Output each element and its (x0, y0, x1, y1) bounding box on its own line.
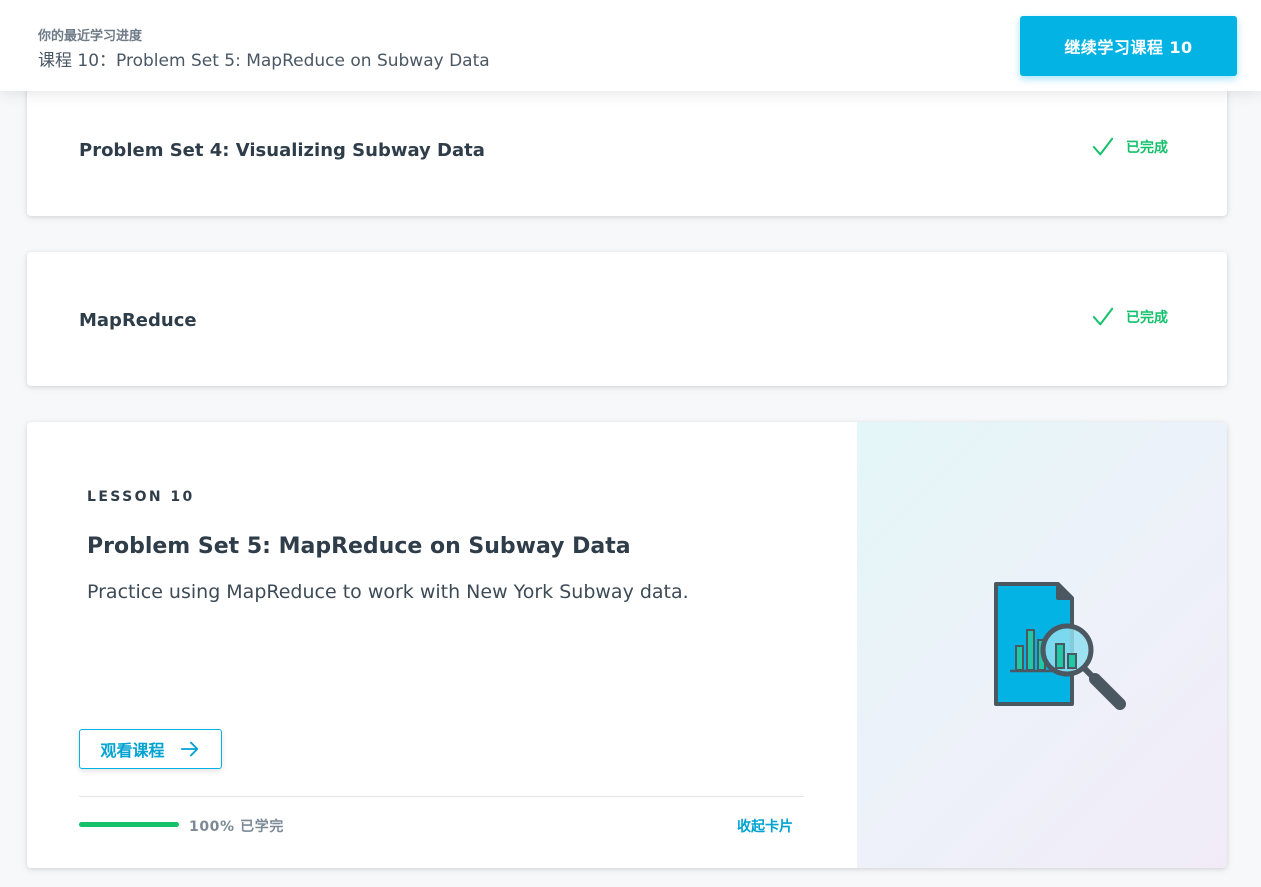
checkmark-icon (1092, 307, 1114, 326)
lesson-number: LESSON 10 (87, 489, 195, 505)
current-lesson-title: 课程 10：Problem Set 5: MapReduce on Subway… (38, 51, 490, 71)
completed-status: 已完成 (1092, 306, 1168, 328)
completed-status: 已完成 (1092, 136, 1168, 158)
progress-bar-fill (79, 822, 179, 827)
lesson-title: Problem Set 5: MapReduce on Subway Data (87, 534, 631, 559)
recent-progress-label: 你的最近学习进度 (38, 29, 143, 44)
lesson-title: Problem Set 4: Visualizing Subway Data (79, 140, 485, 161)
lesson-description: Practice using MapReduce to work with Ne… (87, 581, 689, 603)
lesson-title: MapReduce (79, 310, 197, 331)
progress-bar (79, 822, 179, 827)
recent-progress-header: 你的最近学习进度 课程 10：Problem Set 5: MapReduce … (0, 0, 1261, 91)
lesson-illustration-panel (857, 422, 1227, 868)
continue-lesson-button[interactable]: 继续学习课程 10 (1020, 16, 1237, 76)
lesson-card-expanded: LESSON 10 Problem Set 5: MapReduce on Su… (27, 422, 1227, 868)
lesson-card-mapreduce[interactable]: MapReduce 已完成 (27, 252, 1227, 386)
document-chart-magnifier-icon (994, 582, 1126, 710)
completed-status-label: 已完成 (1126, 310, 1168, 326)
view-lesson-button[interactable]: 观看课程 (79, 729, 222, 769)
divider (79, 796, 804, 797)
collapse-card-link[interactable]: 收起卡片 (737, 816, 793, 836)
view-lesson-label: 观看课程 (100, 741, 165, 760)
checkmark-icon (1092, 137, 1114, 156)
progress-text: 100% 已学完 (189, 819, 284, 835)
completed-status-label: 已完成 (1126, 140, 1168, 156)
arrow-right-icon (180, 741, 198, 757)
